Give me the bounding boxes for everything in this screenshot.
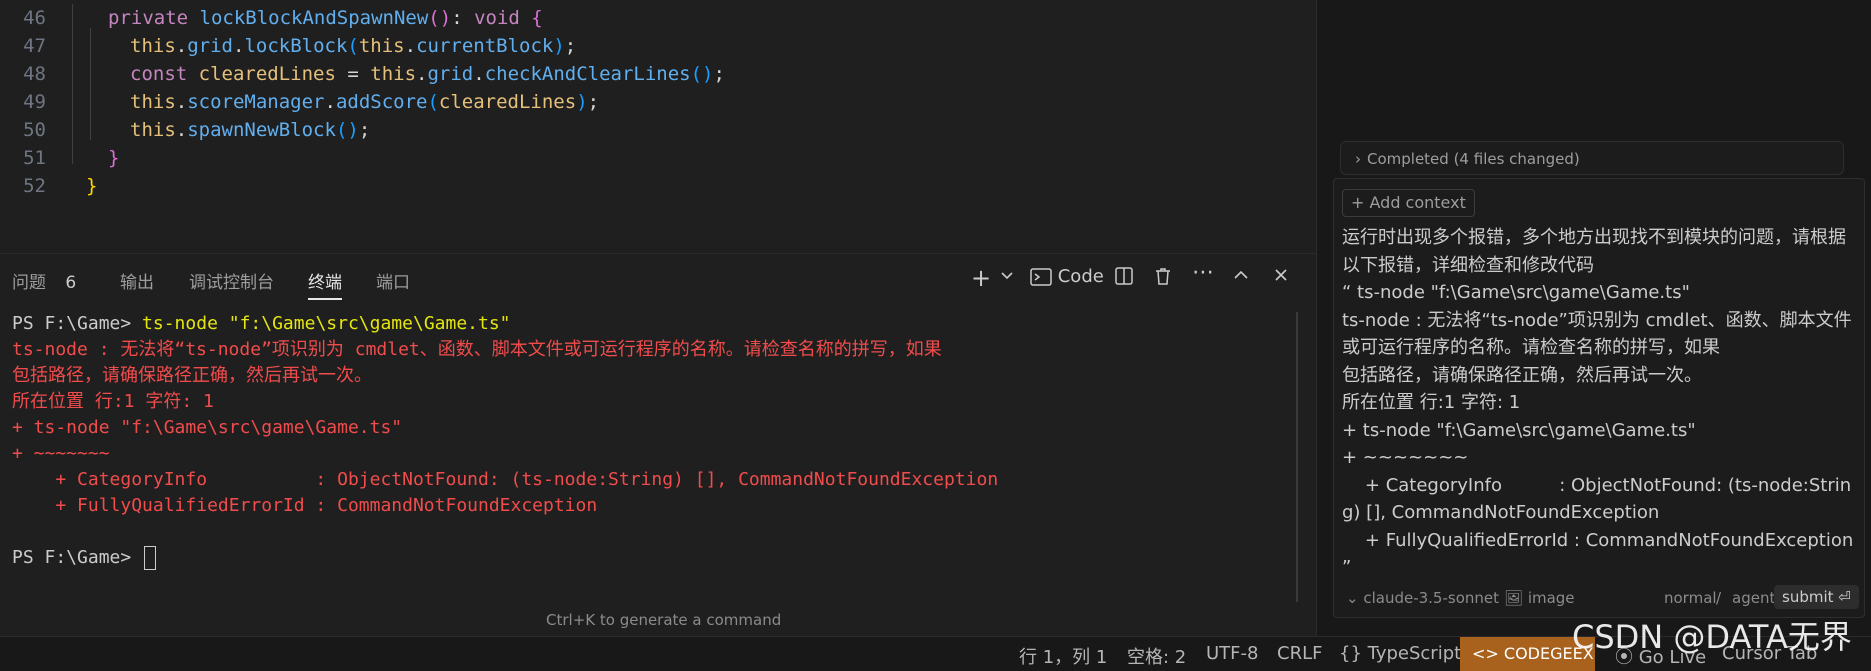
watermark: CSDN @DATA无界 bbox=[1572, 618, 1852, 656]
maximize-panel-icon[interactable] bbox=[1232, 266, 1250, 289]
mode-separator: / bbox=[1716, 589, 1722, 607]
file-encoding[interactable]: UTF-8 bbox=[1206, 643, 1258, 664]
tab-debug-console[interactable]: 调试控制台 bbox=[189, 268, 274, 293]
new-terminal-button[interactable]: + bbox=[971, 264, 991, 292]
image-label: image bbox=[1527, 589, 1575, 607]
code-line[interactable]: 46 private lockBlockAndSpawnNew(): void { bbox=[0, 4, 1316, 32]
terminal-error-line: + FullyQualifiedErrorId : CommandNotFoun… bbox=[12, 495, 598, 516]
chevron-right-icon: › bbox=[1355, 150, 1361, 168]
trash-icon[interactable] bbox=[1153, 266, 1173, 291]
terminal-error-line: 所在位置 行:1 字符: 1 bbox=[12, 391, 214, 412]
ai-chat-panel: › Completed (4 files changed) + Add conte… bbox=[1316, 0, 1871, 636]
cursor-position[interactable]: 行 1，列 1 bbox=[1019, 643, 1107, 669]
terminal-error-line: + ~~~~~~~ bbox=[12, 443, 110, 464]
code-editor[interactable]: 46 private lockBlockAndSpawnNew(): void {… bbox=[0, 0, 1316, 250]
code-text: this.grid.lockBlock(this.currentBlock); bbox=[130, 35, 577, 57]
terminal-argument: "f:\Game\src\game\Game.ts" bbox=[228, 313, 511, 334]
end-of-line[interactable]: CRLF bbox=[1277, 643, 1322, 664]
mode-agent[interactable]: agent bbox=[1732, 589, 1775, 607]
mode-normal[interactable]: normal bbox=[1664, 589, 1717, 607]
image-attach-button[interactable]: 🖼 image bbox=[1504, 589, 1575, 607]
tab-problems-label: 问题 bbox=[12, 273, 46, 293]
tab-problems[interactable]: 问题 6 bbox=[12, 268, 76, 293]
line-number: 50 bbox=[23, 119, 46, 141]
terminal-error-line: 包括路径，请确保路径正确，然后再试一次。 bbox=[12, 365, 372, 386]
terminal-error-line: + CategoryInfo : ObjectNotFound: (ts-nod… bbox=[12, 469, 999, 490]
line-number: 46 bbox=[23, 7, 46, 29]
image-icon: 🖼 bbox=[1504, 589, 1528, 607]
code-text: } bbox=[86, 175, 98, 197]
indentation[interactable]: 空格: 2 bbox=[1127, 643, 1186, 669]
code-line[interactable]: 51} bbox=[0, 144, 1316, 172]
terminal-error-line: + ts-node "f:\Game\src\game\Game.ts" bbox=[12, 417, 403, 438]
code-line[interactable]: 47 this.grid.lockBlock(this.currentBlock)… bbox=[0, 32, 1316, 60]
more-actions-icon[interactable]: ⋯ bbox=[1192, 260, 1214, 285]
tab-output[interactable]: 输出 bbox=[120, 268, 154, 293]
chevron-down-icon: ⌄ bbox=[1346, 589, 1364, 607]
code-line[interactable]: 49 this.scoreManager.addScore(clearedLine… bbox=[0, 88, 1316, 116]
terminal-scrollbar[interactable] bbox=[1296, 312, 1298, 602]
close-panel-icon[interactable] bbox=[1272, 266, 1290, 289]
terminal-error-line: ts-node : 无法将“ts-node”项识别为 cmdlet、函数、脚本文… bbox=[12, 339, 942, 360]
code-text: this.spawnNewBlock(); bbox=[130, 119, 371, 141]
add-context-button[interactable]: + Add context bbox=[1342, 189, 1475, 217]
code-line[interactable]: 52} bbox=[0, 172, 1316, 200]
code-line[interactable]: 50 this.spawnNewBlock(); bbox=[0, 116, 1316, 144]
model-name: claude-3.5-sonnet bbox=[1363, 589, 1500, 607]
panel-tabs: 问题 6 输出 调试控制台 终端 端口 + Code ⋯ bbox=[0, 254, 1316, 304]
code-text: const clearedLines = this.grid.checkAndC… bbox=[130, 63, 725, 85]
code-text: this.scoreManager.addScore(clearedLines)… bbox=[130, 91, 600, 113]
language-mode[interactable]: {} TypeScript bbox=[1339, 643, 1461, 664]
terminal-command: ts-node bbox=[142, 313, 229, 334]
generate-command-hint: Ctrl+K to generate a command bbox=[546, 611, 782, 629]
line-number: 48 bbox=[23, 63, 46, 85]
code-text: private lockBlockAndSpawnNew(): void { bbox=[108, 7, 543, 29]
terminal-prompt-line[interactable]: PS F:\Game> bbox=[12, 545, 157, 571]
terminal-command-line: PS F:\Game> ts-node "f:\Game\src\game\Ga… bbox=[12, 311, 511, 337]
code-text: } bbox=[108, 147, 120, 169]
terminal-launch-profile[interactable]: Code bbox=[1030, 266, 1104, 287]
completed-changes-summary[interactable]: › Completed (4 files changed) bbox=[1340, 141, 1844, 175]
launch-profile-label: Code bbox=[1057, 266, 1104, 287]
chat-input-box[interactable]: + Add context 运行时出现多个报错，多个地方出现找不到模块的问题，请… bbox=[1333, 178, 1865, 618]
line-number: 47 bbox=[23, 35, 46, 57]
chat-message-text[interactable]: 运行时出现多个报错，多个地方出现找不到模块的问题，请根据以下报错，详细检查和修改… bbox=[1342, 224, 1857, 582]
terminal-icon bbox=[1030, 268, 1052, 286]
split-terminal-icon[interactable] bbox=[1114, 266, 1134, 291]
chevron-down-icon[interactable] bbox=[1000, 268, 1014, 286]
problems-count-badge: 6 bbox=[65, 273, 77, 293]
terminal-prompt: PS F:\Game> bbox=[12, 547, 143, 568]
bottom-panel: 问题 6 输出 调试控制台 终端 端口 + Code ⋯ PS F:\Game> bbox=[0, 253, 1316, 637]
model-selector[interactable]: ⌄ claude-3.5-sonnet bbox=[1346, 589, 1499, 607]
terminal-prompt: PS F:\Game> bbox=[12, 313, 143, 334]
line-number: 52 bbox=[23, 175, 46, 197]
submit-button[interactable]: submit ⏎ bbox=[1774, 585, 1859, 609]
tab-terminal[interactable]: 终端 bbox=[308, 268, 342, 300]
line-number: 51 bbox=[23, 147, 46, 169]
completed-label: Completed (4 files changed) bbox=[1367, 150, 1580, 168]
terminal-cursor bbox=[144, 546, 157, 570]
code-line[interactable]: 48 const clearedLines = this.grid.checkAn… bbox=[0, 60, 1316, 88]
line-number: 49 bbox=[23, 91, 46, 113]
tab-ports[interactable]: 端口 bbox=[376, 268, 410, 293]
